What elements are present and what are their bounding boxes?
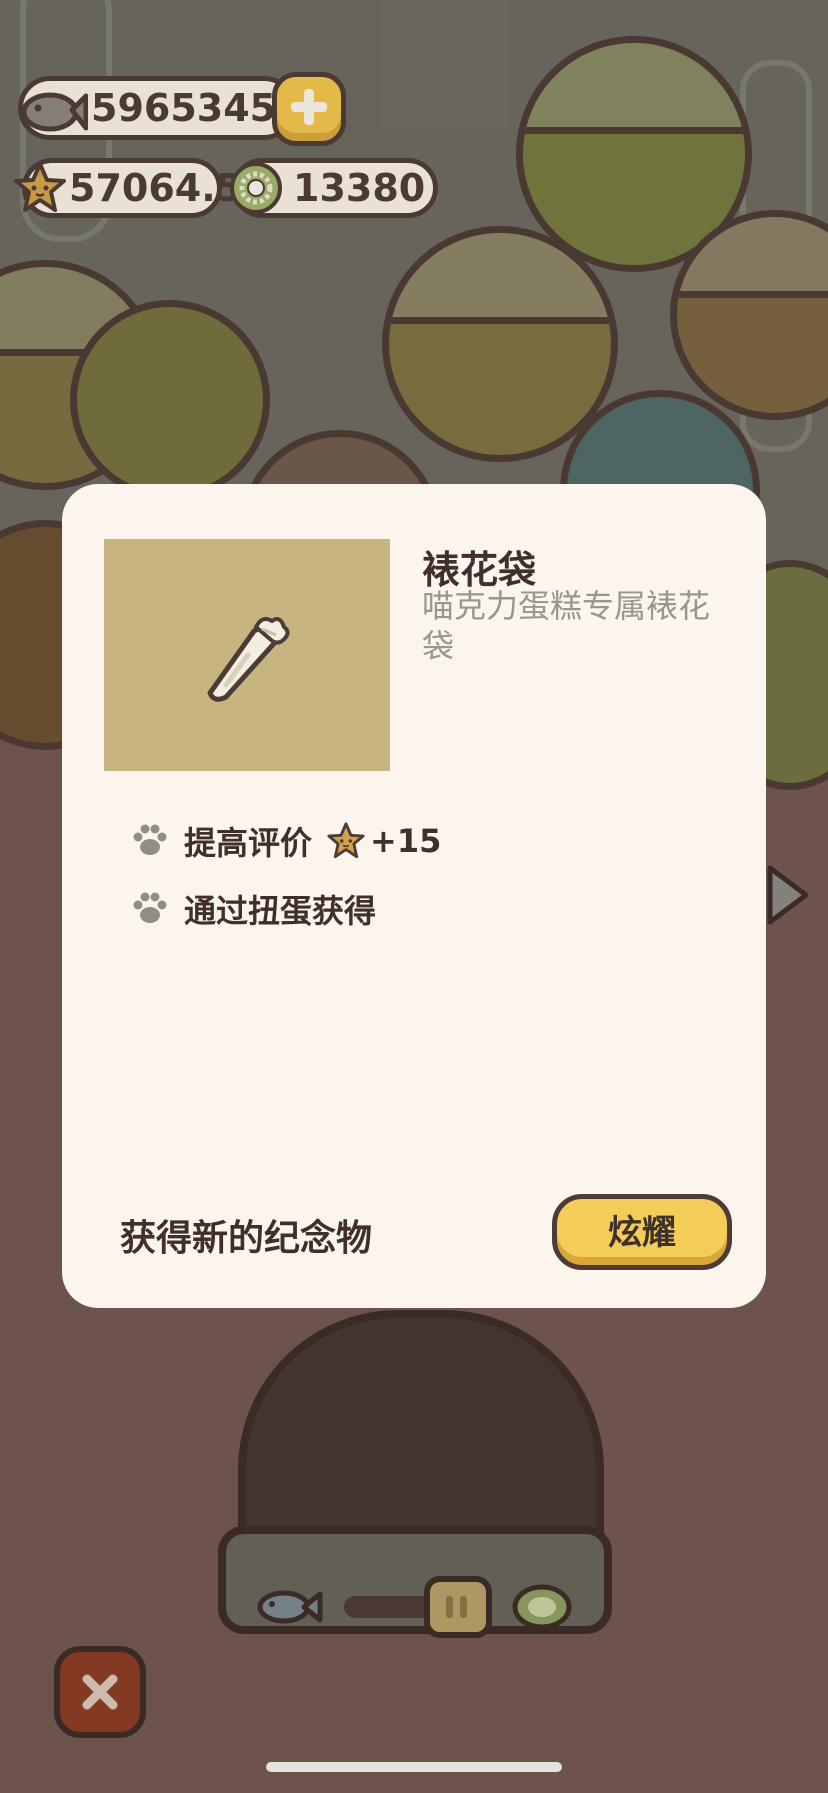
star-face-icon (327, 822, 365, 859)
paw-icon (133, 824, 167, 855)
obtain-method-label: 通过扭蛋获得 (184, 892, 377, 930)
piping-bag-icon (207, 617, 290, 702)
item-image-frame (104, 539, 390, 771)
show-off-button[interactable]: 炫耀 (552, 1194, 732, 1270)
new-souvenir-text: 获得新的纪念物 (120, 1218, 373, 1259)
item-description: 喵克力蛋糕专属裱花袋 (422, 587, 711, 665)
rating-bonus-row: 提高评价 +15 (130, 818, 441, 864)
paw-icon (133, 892, 167, 923)
obtain-method-row: 通过扭蛋获得 (130, 886, 376, 932)
rating-bonus-label: 提高评价 (184, 824, 313, 862)
souvenir-modal: 裱花袋 喵克力蛋糕专属裱花袋 提高评价 +15 通过扭蛋获得 获得新的纪念物 炫… (62, 484, 766, 1308)
rating-bonus-value: +15 (370, 822, 442, 860)
